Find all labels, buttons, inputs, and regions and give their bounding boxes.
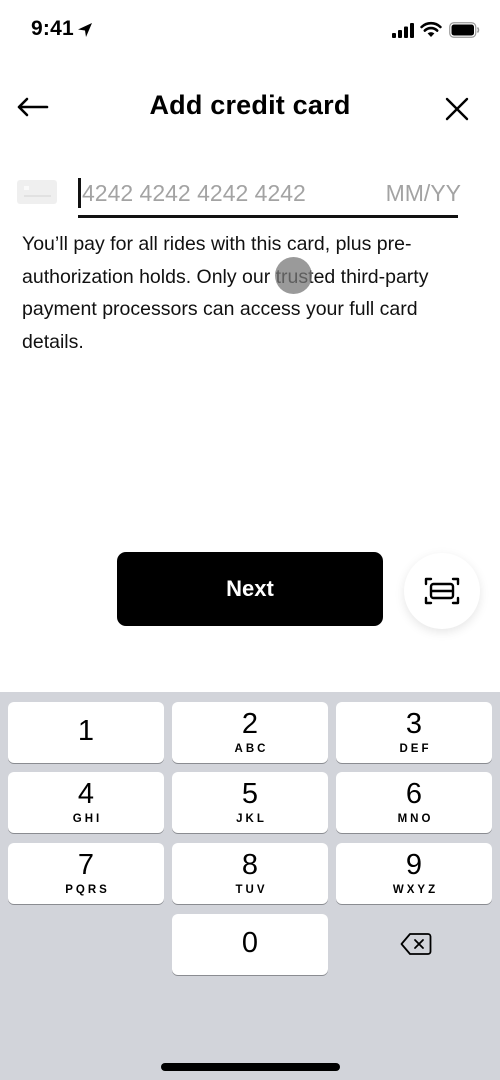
card-input-field[interactable]	[78, 174, 461, 218]
key-8[interactable]: 8 TUV	[172, 843, 328, 904]
numeric-keyboard: 1 2 ABC 3 DEF 4 GHI 5 JKL 6 MNO 7 PQRS 8…	[0, 692, 500, 1080]
key-6[interactable]: 6 MNO	[336, 772, 492, 833]
page-title: Add credit card	[149, 90, 351, 120]
payment-disclaimer: You’ll pay for all rides with this card,…	[22, 233, 429, 353]
next-button[interactable]: Next	[117, 552, 383, 626]
key-1[interactable]: 1	[8, 702, 164, 763]
card-chip	[24, 186, 29, 190]
key-digit: 5	[241, 778, 259, 810]
key-letters: PQRS	[65, 884, 110, 896]
backspace-icon	[400, 933, 432, 955]
close-button[interactable]	[442, 94, 472, 124]
home-indicator[interactable]	[161, 1063, 340, 1071]
key-digit: 6	[405, 778, 423, 810]
scan-card-button[interactable]	[404, 553, 480, 629]
key-9[interactable]: 9 WXYZ	[336, 843, 492, 904]
key-0[interactable]: 0	[172, 914, 328, 975]
key-5[interactable]: 5 JKL	[172, 772, 328, 833]
key-digit: 1	[77, 715, 95, 747]
key-letters: MNO	[397, 813, 434, 825]
card-input-row	[0, 170, 500, 222]
delete-key[interactable]	[380, 924, 452, 964]
card-stripe	[24, 195, 51, 197]
battery-icon	[449, 22, 480, 38]
key-7[interactable]: 7 PQRS	[8, 843, 164, 904]
key-digit: 8	[241, 849, 259, 881]
header: Add credit card	[0, 80, 500, 136]
key-digit: 9	[405, 849, 423, 881]
cellular-signal-icon	[392, 23, 414, 38]
key-letters: TUV	[235, 884, 268, 896]
key-letters: DEF	[399, 743, 432, 755]
status-time: 9:41	[31, 17, 74, 40]
status-bar: 9:41	[0, 0, 500, 60]
key-4[interactable]: 4 GHI	[8, 772, 164, 833]
key-digit: 2	[241, 708, 259, 740]
card-number-input[interactable]	[82, 180, 342, 207]
text-cursor	[78, 178, 81, 208]
key-digit: 3	[405, 708, 423, 740]
location-arrow-icon	[78, 23, 92, 37]
key-digit: 0	[241, 927, 259, 959]
wifi-icon	[420, 21, 442, 37]
key-digit: 7	[77, 849, 95, 881]
key-digit: 4	[77, 778, 95, 810]
key-letters: ABC	[234, 743, 269, 755]
scan-card-icon	[424, 577, 460, 605]
key-letters: WXYZ	[392, 884, 439, 896]
key-letters: GHI	[72, 813, 103, 825]
credit-card-icon	[17, 180, 57, 204]
close-icon	[445, 97, 469, 121]
expiry-input[interactable]	[379, 180, 461, 207]
key-letters: JKL	[236, 813, 267, 825]
key-3[interactable]: 3 DEF	[336, 702, 492, 763]
key-2[interactable]: 2 ABC	[172, 702, 328, 763]
touch-indicator	[275, 257, 312, 294]
